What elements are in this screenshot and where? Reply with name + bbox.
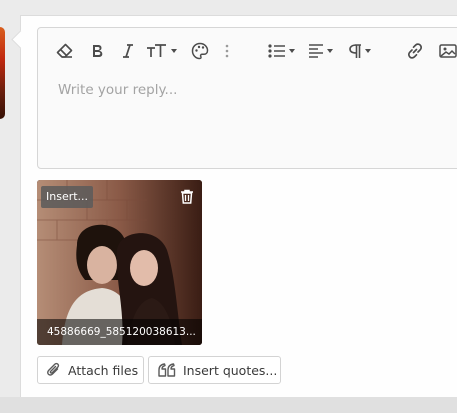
eraser-icon[interactable] (56, 40, 74, 62)
paperclip-icon (47, 362, 61, 378)
font-size-icon[interactable] (146, 40, 177, 62)
image-icon[interactable] (439, 40, 457, 62)
quote-icon (158, 363, 176, 377)
reply-editor[interactable]: Write your reply... (37, 27, 457, 169)
chevron-down-icon (365, 49, 371, 53)
paragraph-icon[interactable] (348, 40, 371, 62)
bold-icon[interactable] (90, 40, 104, 62)
link-icon[interactable] (406, 40, 424, 62)
attachment-thumbnail[interactable]: Insert... 45886669_585120038613... (37, 180, 202, 345)
editor-toolbar (38, 28, 457, 72)
align-icon[interactable] (308, 40, 333, 62)
reply-input-placeholder[interactable]: Write your reply... (58, 82, 177, 98)
chevron-down-icon (327, 49, 333, 53)
chevron-down-icon (171, 49, 177, 53)
trash-icon[interactable] (180, 189, 194, 208)
insert-quotes-button[interactable]: Insert quotes... (148, 356, 281, 384)
attach-files-button[interactable]: Attach files (37, 356, 144, 384)
user-avatar[interactable] (0, 27, 5, 119)
attachment-filename: 45886669_585120038613... (37, 319, 202, 345)
italic-icon[interactable] (122, 40, 134, 62)
attach-files-label: Attach files (68, 362, 139, 378)
more-options-icon[interactable] (224, 40, 230, 62)
palette-icon[interactable] (191, 40, 209, 62)
list-icon[interactable] (268, 40, 295, 62)
chevron-down-icon (289, 49, 295, 53)
bottom-bar (0, 397, 457, 413)
insert-attachment-button[interactable]: Insert... (41, 186, 94, 208)
insert-quotes-label: Insert quotes... (183, 362, 278, 378)
